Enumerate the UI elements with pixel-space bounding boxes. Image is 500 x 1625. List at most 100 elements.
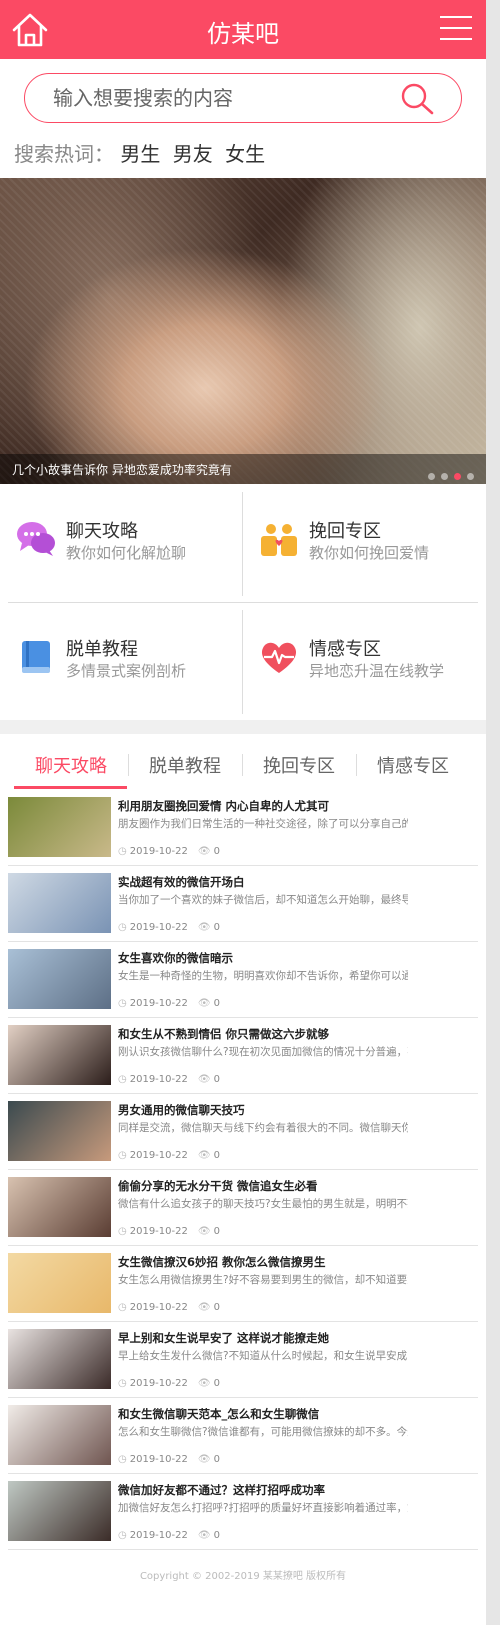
search-icon[interactable] <box>399 82 435 116</box>
article-thumbnail[interactable] <box>8 873 111 933</box>
article-meta: ◷ 2019-10-22 👁 0 <box>118 1302 220 1313</box>
article-date: 2019-10-22 <box>129 1150 188 1161</box>
article-views: 0 <box>213 1074 220 1085</box>
article-views: 0 <box>213 922 220 933</box>
banner-caption[interactable]: 几个小故事告诉你 异地恋爱成功率究竟有 <box>12 461 232 478</box>
article-item[interactable]: 微信加好友都不通过？这样打招呼成功率加微信好友怎么打招呼?打招呼的质量好坏直接影… <box>8 1474 478 1550</box>
category-title: 挽回专区 <box>309 521 381 542</box>
category-chat-guide[interactable]: 聊天攻略 教你如何化解尬聊 <box>0 484 243 602</box>
article-thumbnail[interactable] <box>8 949 111 1009</box>
page: 仿某吧 搜索热词： 男生 男友 女生 几个小故事告诉你 异地恋爱成功率究竟有 <box>0 0 486 1625</box>
article-thumbnail[interactable] <box>8 1481 111 1541</box>
tab-emotion[interactable]: 情感专区 <box>356 752 470 778</box>
category-singles-tutorial[interactable]: 脱单教程 多情景式案例剖析 <box>0 602 243 720</box>
clock-icon: ◷ <box>118 1226 127 1237</box>
article-title[interactable]: 利用朋友圈挽回爱情 内心自卑的人尤其可 <box>118 798 329 814</box>
search-input[interactable] <box>53 84 383 112</box>
hot-search-label: 搜索热词： <box>14 142 114 166</box>
article-title[interactable]: 和女生从不熟到情侣 你只需做这六步就够 <box>118 1026 329 1042</box>
article-thumbnail[interactable] <box>8 1025 111 1085</box>
article-thumbnail[interactable] <box>8 1405 111 1465</box>
article-views: 0 <box>213 1302 220 1313</box>
eye-icon: 👁 <box>197 1226 211 1237</box>
category-win-back[interactable]: 挽回专区 教你如何挽回爱情 <box>243 484 486 602</box>
article-item[interactable]: 利用朋友圈挽回爱情 内心自卑的人尤其可 朋友圈作为我们日常生活的一种社交途径，除了… <box>8 790 478 866</box>
category-title: 情感专区 <box>309 639 381 660</box>
category-emotion[interactable]: 情感专区 异地恋升温在线教学 <box>243 602 486 720</box>
article-thumbnail[interactable] <box>8 1253 111 1313</box>
clock-icon: ◷ <box>118 1378 127 1389</box>
clock-icon: ◷ <box>118 1302 127 1313</box>
tab-singles-tutorial[interactable]: 脱单教程 <box>128 752 242 778</box>
article-meta: ◷ 2019-10-22 👁 0 <box>118 1454 220 1465</box>
article-tabs: 聊天攻略 脱单教程 挽回专区 情感专区 <box>0 734 486 790</box>
active-tab-indicator <box>14 786 127 789</box>
article-views: 0 <box>213 1226 220 1237</box>
category-title: 脱单教程 <box>66 639 138 660</box>
tab-win-back[interactable]: 挽回专区 <box>242 752 356 778</box>
heartbeat-icon <box>261 642 297 673</box>
couple-icon <box>261 524 297 556</box>
article-meta: ◷ 2019-10-22 👁 0 <box>118 922 220 933</box>
article-item[interactable]: 实战超有效的微信开场白 当你加了一个喜欢的妹子微信后，却不知道怎么开始聊，最终导.… <box>8 866 478 942</box>
article-thumbnail[interactable] <box>8 797 111 857</box>
article-meta: ◷ 2019-10-22 👁 0 <box>118 1074 220 1085</box>
article-item[interactable]: 男女通用的微信聊天技巧 同样是交流，微信聊天与线下约会有着很大的不同。微信聊天你.… <box>8 1094 478 1170</box>
article-date: 2019-10-22 <box>129 1530 188 1541</box>
eye-icon: 👁 <box>197 1074 211 1085</box>
search-box <box>24 73 462 123</box>
hot-search-words: 搜索热词： 男生 男友 女生 <box>14 138 271 167</box>
category-title: 聊天攻略 <box>66 521 138 542</box>
eye-icon: 👁 <box>197 1454 211 1465</box>
clock-icon: ◷ <box>118 922 127 933</box>
article-item[interactable]: 女生喜欢你的微信暗示女生是一种奇怪的生物，明明喜欢你却不告诉你，希望你可以通..… <box>8 942 478 1018</box>
article-views: 0 <box>213 998 220 1009</box>
article-thumbnail[interactable] <box>8 1329 111 1389</box>
eye-icon: 👁 <box>197 1302 211 1313</box>
article-date: 2019-10-22 <box>129 846 188 857</box>
article-meta: ◷ 2019-10-22 👁 0 <box>118 846 220 857</box>
carousel-dot-active[interactable] <box>454 473 461 480</box>
article-title[interactable]: 男女通用的微信聊天技巧 <box>118 1102 245 1118</box>
tab-chat-guide[interactable]: 聊天攻略 <box>14 752 128 778</box>
hot-word[interactable]: 男友 <box>173 142 213 166</box>
article-date: 2019-10-22 <box>129 1454 188 1465</box>
divider <box>8 1549 478 1550</box>
article-item[interactable]: 偷偷分享的无水分干货 微信追女生必看 微信有什么追女孩子的聊天技巧?女生最怕的男生… <box>8 1170 478 1246</box>
article-title[interactable]: 早上别和女生说早安了 这样说才能撩走她 <box>118 1330 329 1346</box>
carousel-dot[interactable] <box>428 473 435 480</box>
article-summary: 怎么和女生聊微信?微信谁都有，可能用微信撩妹的却不多。今天... <box>118 1426 408 1438</box>
carousel-dot[interactable] <box>467 473 474 480</box>
article-date: 2019-10-22 <box>129 1378 188 1389</box>
article-item[interactable]: 女生微信撩汉6妙招 教你怎么微信撩男生 女生怎么用微信撩男生?好不容易要到男生的微… <box>8 1246 478 1322</box>
hot-word[interactable]: 男生 <box>120 142 160 166</box>
carousel-dot[interactable] <box>441 473 448 480</box>
scrollbar-track[interactable] <box>486 0 500 1625</box>
article-date: 2019-10-22 <box>129 998 188 1009</box>
hot-word[interactable]: 女生 <box>225 142 265 166</box>
article-meta: ◷ 2019-10-22 👁 0 <box>118 1378 220 1389</box>
article-meta: ◷ 2019-10-22 👁 0 <box>118 1226 220 1237</box>
article-item[interactable]: 和女生从不熟到情侣 你只需做这六步就够 刚认识女孩微信聊什么?现在初次见面加微信的… <box>8 1018 478 1094</box>
chat-bubbles-icon <box>17 522 55 556</box>
article-summary: 加微信好友怎么打招呼?打招呼的质量好坏直接影响着通过率，如... <box>118 1502 408 1514</box>
hamburger-menu-icon <box>440 16 472 18</box>
article-title[interactable]: 实战超有效的微信开场白 <box>118 874 245 890</box>
article-title[interactable]: 微信加好友都不通过？这样打招呼成功率 <box>118 1482 325 1498</box>
clock-icon: ◷ <box>118 1074 127 1085</box>
menu-icon-line <box>440 38 472 40</box>
clock-icon: ◷ <box>118 846 127 857</box>
article-title[interactable]: 女生微信撩汉6妙招 教你怎么微信撩男生 <box>118 1254 326 1270</box>
category-subtitle: 异地恋升温在线教学 <box>309 662 445 680</box>
article-item[interactable]: 早上别和女生说早安了 这样说才能撩走她 早上给女生发什么微信?不知道从什么时候起，… <box>8 1322 478 1398</box>
menu-button[interactable] <box>440 16 472 42</box>
article-title[interactable]: 偷偷分享的无水分干货 微信追女生必看 <box>118 1178 318 1194</box>
article-title[interactable]: 女生喜欢你的微信暗示 <box>118 950 233 966</box>
article-thumbnail[interactable] <box>8 1177 111 1237</box>
article-thumbnail[interactable] <box>8 1101 111 1161</box>
article-item[interactable]: 和女生微信聊天范本_怎么和女生聊微信怎么和女生聊微信?微信谁都有，可能用微信撩妹… <box>8 1398 478 1474</box>
article-summary: 女生是一种奇怪的生物，明明喜欢你却不告诉你，希望你可以通... <box>118 970 408 982</box>
banner-carousel[interactable]: 几个小故事告诉你 异地恋爱成功率究竟有 <box>0 178 486 484</box>
article-title[interactable]: 和女生微信聊天范本_怎么和女生聊微信 <box>118 1406 319 1422</box>
banner-image <box>0 178 486 484</box>
